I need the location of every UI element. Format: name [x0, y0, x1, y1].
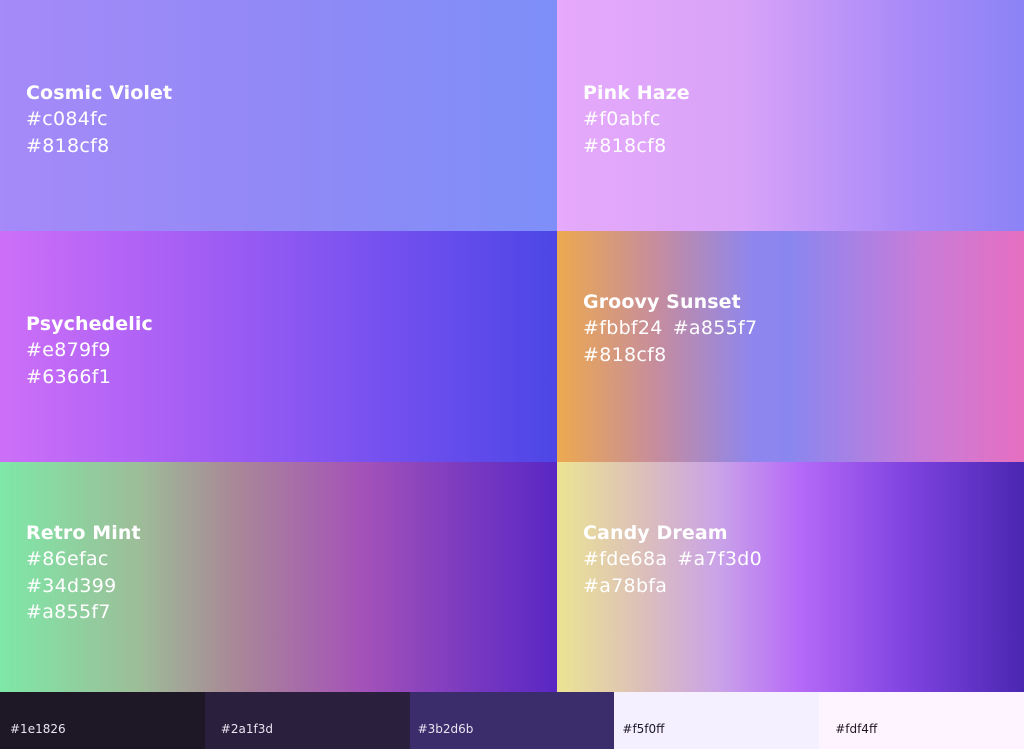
hex-line: #a855f7	[26, 599, 141, 626]
card-text: Cosmic Violet #c084fc #818cf8	[26, 80, 172, 159]
gradient-name: Psychedelic	[26, 313, 153, 335]
gradient-card-groovy-sunset[interactable]: Groovy Sunset #fbbf24 #a855f7 #818cf8	[557, 231, 1024, 462]
hex-line: #86efac	[26, 546, 141, 573]
hex-line: #fde68a #a7f3d0	[583, 546, 772, 573]
hex-code: #a78bfa	[583, 574, 668, 597]
card-text: Groovy Sunset #fbbf24 #a855f7 #818cf8	[583, 289, 767, 368]
gradient-grid: Cosmic Violet #c084fc #818cf8 Pink Haze …	[0, 0, 1024, 692]
swatch-fdf4ff[interactable]: #fdf4ff	[819, 692, 1024, 749]
hex-code: #818cf8	[26, 134, 110, 157]
hex-line: #f0abfc	[583, 106, 690, 133]
gradient-card-retro-mint[interactable]: Retro Mint #86efac #34d399 #a855f7	[0, 462, 557, 692]
hex-line: #818cf8	[26, 133, 172, 160]
swatch-label: #fdf4ff	[835, 722, 878, 736]
gradient-name: Pink Haze	[583, 82, 690, 104]
gradient-card-pink-haze[interactable]: Pink Haze #f0abfc #818cf8	[557, 0, 1024, 231]
hex-line: #34d399	[26, 573, 141, 600]
card-text: Psychedelic #e879f9 #6366f1	[26, 311, 153, 390]
swatch-label: #f5f0ff	[622, 722, 665, 736]
hex-line: #6366f1	[26, 364, 153, 391]
hex-code: #a855f7	[26, 601, 111, 623]
swatch-label: #2a1f3d	[220, 722, 273, 736]
gradient-card-cosmic-violet[interactable]: Cosmic Violet #c084fc #818cf8	[0, 0, 557, 231]
hex-code: #86efac	[26, 548, 109, 570]
swatch-3b2d6b[interactable]: #3b2d6b	[409, 692, 615, 749]
hex-code: #818cf8	[583, 134, 667, 157]
gradient-card-candy-dream[interactable]: Candy Dream #fde68a #a7f3d0 #a78bfa	[557, 462, 1024, 692]
hex-line: #c084fc	[26, 106, 172, 133]
hex-code: #f0abfc	[583, 108, 661, 130]
hex-line: #e879f9	[26, 337, 153, 364]
hex-code: #e879f9	[26, 339, 111, 361]
hex-code: #34d399	[26, 574, 117, 597]
hex-line: #818cf8	[583, 133, 690, 160]
hex-code: #a7f3d0	[677, 548, 762, 570]
hex-code: #fbbf24	[583, 317, 663, 339]
swatch-1e1826[interactable]: #1e1826	[0, 692, 205, 749]
hex-code: #a855f7	[672, 317, 758, 339]
hex-code: #6366f1	[26, 365, 112, 388]
gradient-card-psychedelic[interactable]: Psychedelic #e879f9 #6366f1	[0, 231, 557, 462]
hex-line: #a78bfa	[583, 573, 772, 600]
swatch-2a1f3d[interactable]: #2a1f3d	[204, 692, 410, 749]
gradient-name: Retro Mint	[26, 522, 141, 544]
gradient-name: Candy Dream	[583, 522, 728, 544]
hex-code: #c084fc	[26, 108, 108, 130]
hex-code: #818cf8	[583, 343, 667, 366]
gradient-name: Groovy Sunset	[583, 291, 741, 313]
palette-page: Cosmic Violet #c084fc #818cf8 Pink Haze …	[0, 0, 1024, 749]
swatch-label: #1e1826	[10, 722, 66, 736]
hex-line: #818cf8	[583, 342, 767, 369]
card-text: Retro Mint #86efac #34d399 #a855f7	[26, 520, 141, 626]
card-text: Pink Haze #f0abfc #818cf8	[583, 80, 690, 159]
swatch-bar: #1e1826 #2a1f3d #3b2d6b #f5f0ff #fdf4ff	[0, 692, 1024, 749]
gradient-name: Cosmic Violet	[26, 82, 173, 104]
swatch-f5f0ff[interactable]: #f5f0ff	[614, 692, 820, 749]
hex-line: #fbbf24 #a855f7	[583, 315, 767, 342]
swatch-label: #3b2d6b	[417, 722, 474, 736]
hex-code: #fde68a	[583, 548, 668, 570]
card-text: Candy Dream #fde68a #a7f3d0 #a78bfa	[583, 520, 772, 599]
